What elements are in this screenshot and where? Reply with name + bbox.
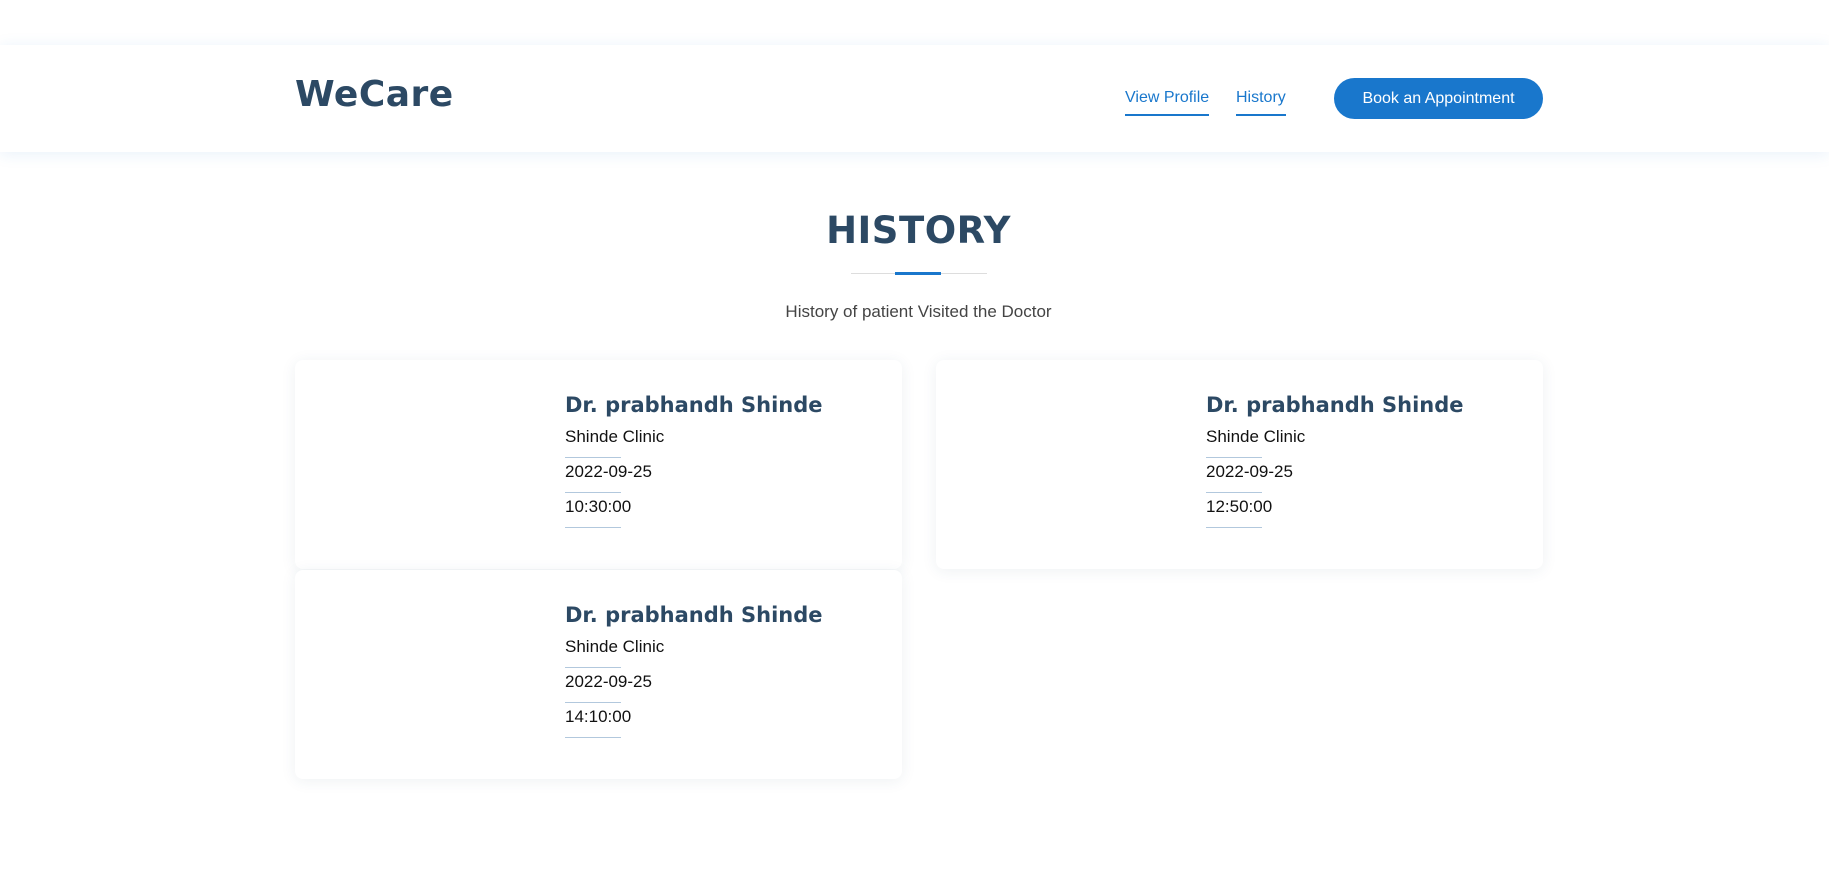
clinic-name: Shinde Clinic [565,426,823,458]
page-title: HISTORY [826,209,1011,252]
top-strip [0,0,1829,45]
date-label: 2022-09-25 [565,672,652,691]
nav-history[interactable]: History [1236,88,1286,116]
date-label: 2022-09-25 [1206,462,1293,481]
divider [565,737,621,738]
time-label: 10:30:00 [565,497,632,516]
site-header: WeCare View Profile History Book an Appo… [0,45,1829,152]
clinic-label: Shinde Clinic [565,427,665,446]
history-card: Dr. prabhandh Shinde Shinde Clinic 2022-… [936,360,1543,569]
divider [565,527,621,528]
clinic-label: Shinde Clinic [565,637,665,656]
time-label: 14:10:00 [565,707,632,726]
visit-time: 10:30:00 [565,493,823,528]
visit-date: 2022-09-25 [565,668,823,703]
history-card: Dr. prabhandh Shinde Shinde Clinic 2022-… [295,360,902,569]
logo[interactable]: WeCare [295,75,454,115]
visit-time: 14:10:00 [565,703,823,738]
doctor-name: Dr. prabhandh Shinde [565,603,823,627]
section-subtitle: History of patient Visited the Doctor [785,302,1052,321]
clinic-name: Shinde Clinic [565,636,823,668]
section-title: HISTORY [0,205,1829,257]
clinic-name: Shinde Clinic [1206,426,1464,458]
book-appointment-button[interactable]: Book an Appointment [1334,78,1543,119]
visit-date: 2022-09-25 [565,458,823,493]
title-accent-bar [895,272,941,275]
card-info: Dr. prabhandh Shinde Shinde Clinic 2022-… [1206,390,1464,528]
doctor-name: Dr. prabhandh Shinde [565,393,823,417]
time-label: 12:50:00 [1206,497,1273,516]
divider [1206,527,1262,528]
nav-view-profile[interactable]: View Profile [1125,88,1210,116]
date-label: 2022-09-25 [565,462,652,481]
clinic-label: Shinde Clinic [1206,427,1306,446]
history-card: Dr. prabhandh Shinde Shinde Clinic 2022-… [295,570,902,779]
visit-time: 12:50:00 [1206,493,1464,528]
visit-date: 2022-09-25 [1206,458,1464,493]
card-info: Dr. prabhandh Shinde Shinde Clinic 2022-… [565,600,823,738]
doctor-name: Dr. prabhandh Shinde [1206,393,1464,417]
card-info: Dr. prabhandh Shinde Shinde Clinic 2022-… [565,390,823,528]
